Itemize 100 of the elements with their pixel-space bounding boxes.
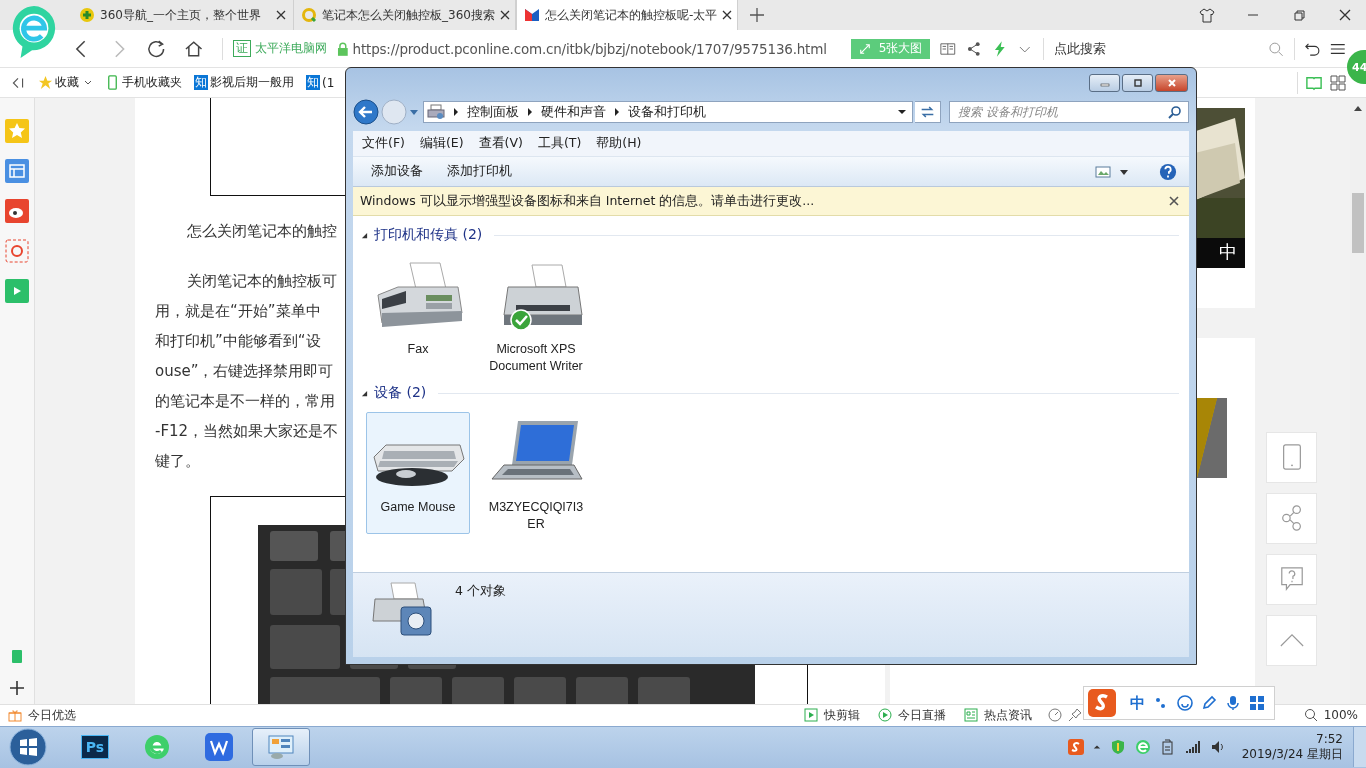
phone-icon[interactable] [105,75,120,91]
scrollbar-thumb[interactable] [1352,192,1364,253]
dropdown-icon[interactable] [898,109,906,115]
help-icon[interactable] [1159,162,1177,181]
status-link[interactable]: 今日优选 [28,706,76,724]
play-icon[interactable] [877,708,892,723]
clock-time[interactable]: 7:52 [1316,732,1343,748]
device-item[interactable]: Fax [366,254,470,376]
article-text: -F12，当然如果大家还是不 [155,420,339,442]
add-icon[interactable] [9,679,25,696]
minimize-button[interactable] [1089,73,1120,92]
apps-icon[interactable] [1330,74,1346,91]
device-item[interactable]: Microsoft XPS Document Writer [484,254,588,376]
group-header[interactable]: 设备 (2) [374,384,427,402]
status-link[interactable]: 今日直播 [897,706,946,724]
toolbar-button[interactable]: 添加设备 [359,159,435,184]
emoji-icon[interactable] [1177,695,1193,711]
star-icon[interactable] [38,75,53,91]
play-icon[interactable] [803,708,818,723]
bookmark-link[interactable]: 影视后期一般用 [210,74,294,92]
expand-icon[interactable] [361,389,368,397]
zhihu-badge[interactable]: 知 [306,75,320,91]
share-icon[interactable] [965,40,982,57]
menu-item[interactable]: 编辑(E) [419,135,464,152]
bookmark-link[interactable]: 收藏 [55,74,79,92]
start-button[interactable] [8,727,48,768]
article-text: 键了。 [155,450,200,472]
status-link[interactable]: 热点资讯 [983,706,1032,724]
url-field[interactable]: https://product.pconline.com.cn/itbk/bjbzj/notebook/1707/9575136.html [352,40,827,57]
control-panel-icon [267,733,295,762]
status-link[interactable]: 快剪辑 [823,706,860,724]
view-icon[interactable] [1095,164,1111,179]
pen-icon[interactable] [1201,695,1217,711]
back-button[interactable] [353,99,379,125]
menu-item[interactable]: 查看(V) [478,135,523,152]
microphone-icon[interactable] [1225,695,1241,711]
search-field[interactable]: 点此搜索 [1053,39,1259,58]
close-tab-icon[interactable] [499,10,510,20]
group-header[interactable]: 打印机和传真 (2) [374,226,483,244]
chevron-icon[interactable] [527,108,533,116]
mail-icon[interactable] [5,238,29,263]
search-logo-icon [301,7,317,23]
reader-icon[interactable] [940,40,956,57]
help-button[interactable] [1266,553,1317,605]
book-icon[interactable] [1306,74,1322,91]
pin-icon[interactable] [1067,708,1082,723]
scroll-up-icon[interactable] [1353,104,1363,111]
toolbar-button[interactable]: 添加打印机 [435,159,524,184]
info-bar[interactable]: Windows 可以显示增强型设备图标和来自 Internet 的信息。请单击进行更改... [353,187,1189,216]
zhihu-badge[interactable]: 知 [194,75,208,91]
chevron-icon[interactable] [614,108,620,116]
restore-icon[interactable] [1291,7,1307,23]
close-icon[interactable] [1337,7,1353,23]
menu-item[interactable]: 帮助(H) [596,135,642,152]
input-method-logo[interactable] [1088,689,1116,717]
show-hidden-icon[interactable] [1092,743,1101,752]
menu-item[interactable]: 文件(F) [362,135,405,152]
item-count: 4 个对象 [455,583,506,600]
list-icon[interactable] [5,158,29,183]
browser-tab[interactable]: 怎么关闭笔记本的触控板呢-太平 [516,0,738,30]
bookmark-link[interactable]: (1 [322,75,335,90]
reload-icon[interactable] [146,38,167,59]
close-tab-icon[interactable] [722,10,733,20]
keyboard-mouse-icon [373,444,465,487]
device-item[interactable]: Game Mouse [366,412,470,534]
verified-badge: 证 [232,40,251,58]
search-field[interactable]: 搜索 设备和打印机 [949,101,1189,123]
clipboard-icon[interactable] [9,647,25,664]
close-button[interactable] [1155,73,1188,92]
weibo-icon[interactable] [5,198,29,223]
expand-icon[interactable] [361,231,368,239]
input-mode[interactable]: 中 [1130,693,1145,713]
chevron-icon[interactable] [453,108,459,116]
zoom-level[interactable]: 100% [1323,708,1358,723]
taskbar-button[interactable]: Ps [66,728,124,767]
grid-icon[interactable] [1249,695,1265,711]
maximize-icon [1131,78,1144,87]
video-icon[interactable] [5,278,29,303]
speed-icon[interactable] [1047,708,1062,723]
bookmark-link[interactable]: 手机收藏夹 [122,74,182,92]
skin-icon[interactable] [1199,7,1215,23]
input-method-icon[interactable] [1067,739,1084,756]
home-icon[interactable] [184,38,204,59]
signal-icon[interactable] [1184,739,1201,756]
clock-date[interactable]: 2019/3/24 星期日 [1241,747,1343,763]
refresh-button[interactable] [915,101,941,123]
maximize-button[interactable] [1122,73,1153,92]
new-tab-icon[interactable] [750,8,764,22]
address-bar[interactable]: 控制面板 硬件和声音 设备和打印机 [423,101,913,123]
breadcrumb-item[interactable]: 设备和打印机 [628,103,706,121]
breadcrumb-item[interactable]: 控制面板 [467,103,519,121]
zoom-icon[interactable] [1303,708,1318,723]
menu-item[interactable]: 工具(T) [537,135,582,152]
breadcrumb-item[interactable]: 硬件和声音 [541,103,606,121]
lock-icon [336,41,349,56]
device-item[interactable]: M3ZYECQIQI7I3ER [484,412,588,534]
taskbar-button[interactable] [252,728,310,767]
close-icon[interactable] [1169,196,1179,206]
close-tab-icon[interactable] [276,10,286,20]
battery-icon[interactable] [1159,739,1176,756]
